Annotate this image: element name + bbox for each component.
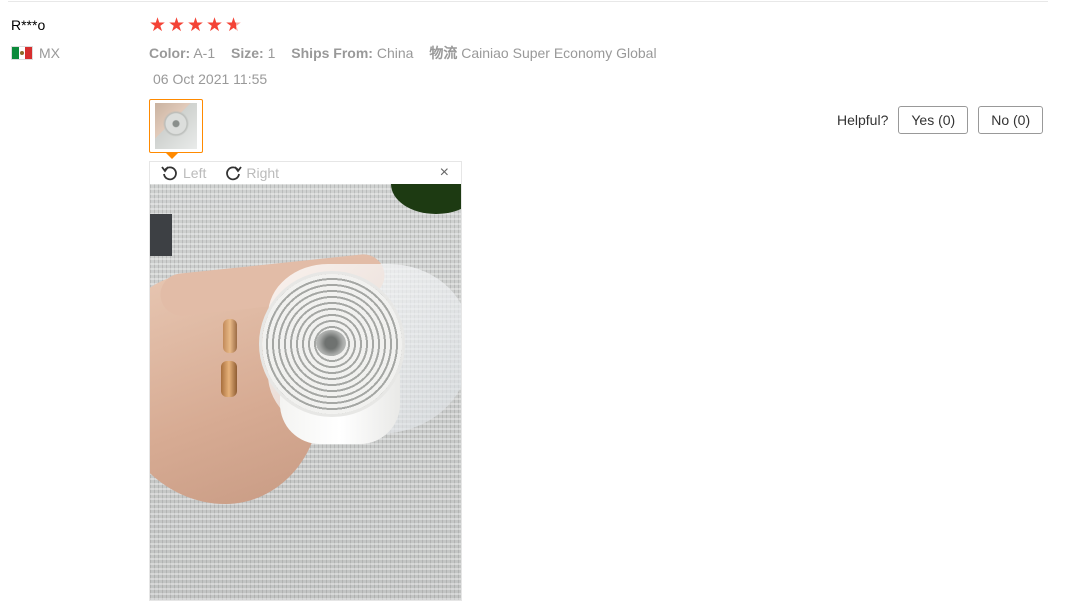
- vote-yes-button[interactable]: Yes (0): [898, 106, 969, 134]
- vote-no-button[interactable]: No (0): [978, 106, 1044, 134]
- helpful-label: Helpful?: [837, 112, 889, 128]
- star-icon: ★: [149, 15, 167, 36]
- star-icon: ★: [187, 15, 205, 36]
- review-photo-thumbnail[interactable]: [149, 99, 203, 153]
- order-attributes: Color: A-1 Size: 1 Ships From: China 物流 …: [149, 43, 669, 63]
- review-photo: [150, 184, 461, 600]
- attribute-color: Color: A-1: [149, 45, 216, 61]
- rotate-left-label: Left: [183, 165, 207, 181]
- star-icon: ★: [168, 15, 186, 36]
- attribute-ships-from: Ships From: China: [291, 45, 414, 61]
- viewer-toolbar: Left Right ×: [150, 162, 461, 184]
- country-code: MX: [39, 45, 60, 61]
- thumbnail-image: [155, 103, 197, 149]
- star-icon: ★: [206, 15, 224, 36]
- rotate-right-icon: [224, 164, 243, 182]
- thumbnail-pointer: [166, 153, 178, 159]
- rotate-left-button[interactable]: Left: [161, 164, 206, 182]
- divider: [8, 1, 1048, 2]
- rotate-right-label: Right: [246, 165, 280, 181]
- photo-viewer: Left Right ×: [149, 161, 462, 601]
- attribute-size: Size: 1: [231, 45, 276, 61]
- helpful-vote: Helpful? Yes (0) No (0): [837, 106, 1044, 134]
- review-date: 06 Oct 2021 11:55: [153, 71, 268, 87]
- star-icon: ★: [225, 15, 243, 36]
- rotate-right-button[interactable]: Right: [224, 164, 279, 182]
- attribute-logistics: 物流 Cainiao Super Economy Global: [429, 45, 657, 61]
- close-icon[interactable]: ×: [440, 164, 449, 182]
- reviewer-name: R***o: [11, 17, 46, 33]
- reviewer-country: MX: [11, 45, 60, 61]
- mexico-flag-icon: [11, 46, 33, 60]
- rating-stars: ★ ★ ★ ★ ★: [149, 16, 243, 36]
- rotate-left-icon: [161, 164, 179, 182]
